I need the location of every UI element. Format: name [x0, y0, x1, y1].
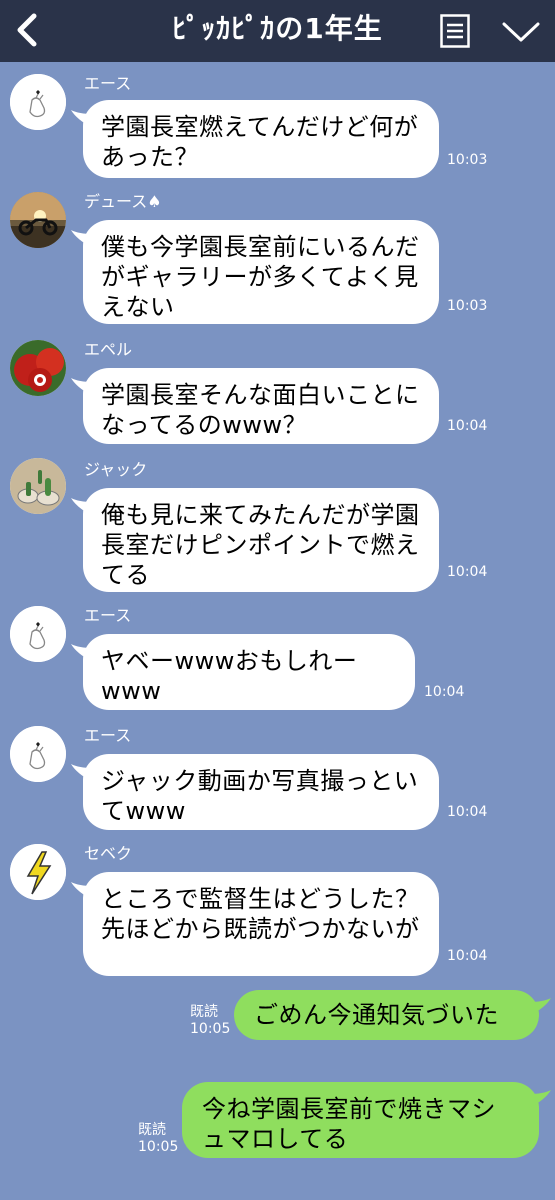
chevron-down-icon	[502, 22, 540, 42]
sender-name: エース	[84, 74, 132, 93]
avatar-sebek[interactable]	[10, 844, 66, 900]
bubble-tail	[71, 644, 93, 662]
message-time: 10:04	[424, 684, 465, 700]
message-text: ごめん今通知気づいた	[254, 1001, 499, 1029]
message-text: ジャック動画か写真撮っといてwww	[101, 767, 419, 825]
sender-name: エース	[84, 726, 132, 745]
sender-name: セベク	[84, 844, 133, 863]
message-text: 僕も今学園長室前にいるんだがギャラリーが多くてよく見えない	[101, 233, 420, 321]
message-time: 10:03	[447, 152, 488, 168]
message-time: 10:04	[447, 948, 488, 964]
cactus-icon	[10, 458, 66, 514]
bubble-tail	[71, 498, 93, 516]
message-time: 10:05	[138, 1139, 179, 1155]
my-message-bubble[interactable]: ごめん今通知気づいた	[234, 990, 551, 1040]
chat-header: ﾋﾟｯｶﾋﾟｶの1年生	[0, 0, 555, 62]
message-bubble[interactable]: 僕も今学園長室前にいるんだがギャラリーが多くてよく見えない	[71, 220, 439, 324]
bubble-tail	[71, 882, 93, 900]
sender-name: エペル	[84, 340, 133, 359]
message-bubble[interactable]: 学園長室燃えてんだけど何があった？	[71, 100, 439, 178]
motorcycle-sunset-icon	[10, 192, 66, 248]
menu-button[interactable]	[440, 14, 470, 48]
read-label: 既読	[190, 1004, 218, 1020]
message-text: 学園長室燃えてんだけど何があった？	[101, 113, 419, 171]
message-time: 10:04	[447, 418, 488, 434]
chat-title: ﾋﾟｯｶﾋﾟｶの1年生	[172, 12, 383, 45]
message-time: 10:03	[447, 298, 488, 314]
sender-name: ジャック	[84, 460, 148, 479]
read-label: 既読	[138, 1122, 166, 1138]
menu-icon	[440, 14, 470, 48]
bubble-tail	[529, 1090, 551, 1108]
my-message-bubble[interactable]: 今ね学園長室前で焼きマシュマロしてる	[182, 1082, 551, 1158]
message-time: 10:04	[447, 804, 488, 820]
message-time: 10:05	[190, 1021, 231, 1037]
message-text: ヤベーwwwおもしれーwww	[101, 647, 358, 705]
message-text: ところで監督生はどうした？先ほどから既読がつかないが	[101, 885, 420, 943]
message-bubble[interactable]: 学園長室そんな面白いことになってるのwww？	[71, 368, 439, 444]
avatar-ace[interactable]	[10, 606, 66, 662]
message-text: 学園長室そんな面白いことになってるのwww？	[101, 381, 420, 439]
hand-heart-icon	[10, 606, 66, 662]
bubble-tail	[529, 998, 551, 1016]
sender-name: エース	[84, 606, 132, 625]
hand-heart-icon	[10, 74, 66, 130]
avatar-epel[interactable]	[10, 340, 66, 396]
message-bubble[interactable]: 俺も見に来てみたんだが学園長室だけピンポイントで燃えてる	[71, 488, 439, 592]
avatar-ace[interactable]	[10, 726, 66, 782]
avatar-ace[interactable]	[10, 74, 66, 130]
bubble-tail	[71, 110, 93, 128]
message-bubble[interactable]: ところで監督生はどうした？先ほどから既読がつかないが	[71, 872, 439, 976]
lightning-icon	[10, 844, 66, 900]
message-text: 今ね学園長室前で焼きマシュマロしてる	[202, 1095, 496, 1153]
read-receipt: 既読 10:05	[190, 1004, 230, 1038]
bubble-tail	[71, 378, 93, 396]
bubble-tail	[71, 230, 93, 248]
message-bubble[interactable]: ヤベーwwwおもしれーwww	[71, 634, 415, 710]
collapse-button[interactable]	[500, 18, 542, 46]
hand-heart-icon	[10, 726, 66, 782]
message-time: 10:04	[447, 564, 488, 580]
message-bubble[interactable]: ジャック動画か写真撮っといてwww	[71, 754, 439, 830]
message-text: 俺も見に来てみたんだが学園長室だけピンポイントで燃えてる	[101, 501, 420, 589]
apple-icon	[10, 340, 66, 396]
bubble-tail	[71, 764, 93, 782]
read-receipt: 既読 10:05	[138, 1122, 178, 1156]
avatar-jack[interactable]	[10, 458, 66, 514]
avatar-deuce[interactable]	[10, 192, 66, 248]
sender-name: デュース♠	[84, 192, 162, 211]
